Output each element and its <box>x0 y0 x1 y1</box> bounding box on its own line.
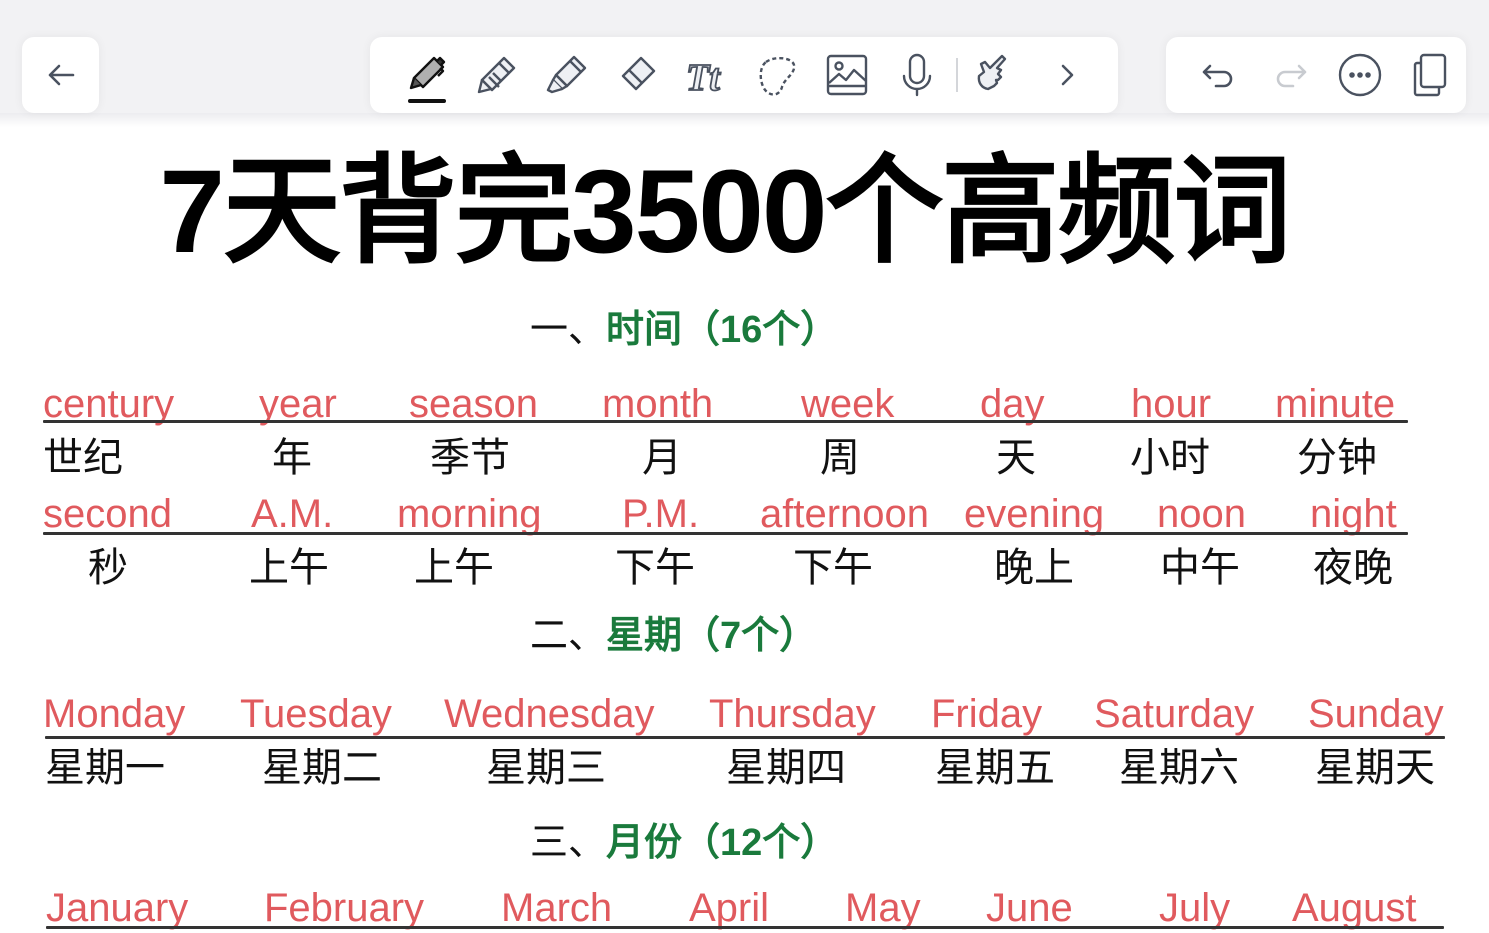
active-tool-indicator <box>408 99 446 103</box>
section-heading-months: 三、月份（12个） <box>530 819 838 867</box>
text-icon: Tt <box>685 56 722 98</box>
tool-eraser[interactable] <box>602 45 672 105</box>
chinese-word: 上午 <box>414 546 494 590</box>
chinese-word: 晚上 <box>994 546 1074 590</box>
section-count: （12个） <box>682 822 839 864</box>
pen-icon <box>409 56 446 90</box>
english-word: Saturday <box>1094 692 1255 736</box>
chinese-word: 周 <box>820 436 860 480</box>
tool-highlighter[interactable] <box>532 45 602 105</box>
highlighter-icon <box>546 55 587 94</box>
section-number: 一、 <box>530 309 607 351</box>
section-name: 月份 <box>606 822 683 864</box>
image-icon <box>826 54 868 96</box>
tool-lasso[interactable] <box>742 45 812 105</box>
pages-button[interactable] <box>1396 45 1467 105</box>
redo-icon <box>1276 64 1307 88</box>
chinese-row: 星期一 星期二 星期三 星期四 星期五 星期六 星期天 <box>0 743 1489 793</box>
tool-pencil[interactable] <box>462 45 532 105</box>
underline-rule <box>45 736 1445 739</box>
english-word: Monday <box>43 692 186 736</box>
chevron-right-icon <box>1061 64 1074 86</box>
undo-icon <box>1202 64 1233 88</box>
chinese-word: 下午 <box>793 546 873 590</box>
chinese-word: 天 <box>996 436 1036 480</box>
back-button[interactable] <box>22 37 99 113</box>
chinese-word: 年 <box>272 436 312 480</box>
section-name: 时间 <box>606 309 683 351</box>
undo-button[interactable] <box>1184 45 1255 105</box>
section-heading-time: 一、时间（16个） <box>530 306 838 354</box>
chinese-word: 月 <box>642 436 682 480</box>
chinese-word: 星期六 <box>1119 746 1239 790</box>
lasso-icon <box>759 57 796 96</box>
chinese-word: 小时 <box>1130 436 1210 480</box>
underline-rule <box>43 420 1408 423</box>
actions-panel <box>1166 37 1466 113</box>
chinese-word: 分钟 <box>1297 436 1377 480</box>
chinese-word: 中午 <box>1160 546 1240 590</box>
english-word: Wednesday <box>444 692 655 736</box>
chinese-word: 秒 <box>88 546 128 590</box>
underline-rule <box>46 926 1444 929</box>
toolbar-shadow <box>0 113 1489 127</box>
section-number: 二、 <box>530 615 607 657</box>
chinese-word: 星期一 <box>45 746 165 790</box>
redo-button[interactable] <box>1255 45 1326 105</box>
english-word: Sunday <box>1308 692 1444 736</box>
chinese-row: 世纪 年 季节 月 周 天 小时 分钟 <box>0 433 1489 483</box>
chinese-row: 秒 上午 上午 下午 下午 晚上 中午 夜晚 <box>0 543 1489 593</box>
chinese-word: 世纪 <box>43 436 123 480</box>
tool-hand-touch[interactable] <box>962 45 1032 105</box>
more-button[interactable] <box>1325 45 1396 105</box>
chinese-word: 星期五 <box>935 746 1055 790</box>
drawing-tools-panel: Tt <box>370 37 1118 113</box>
arrow-left-icon <box>48 64 74 86</box>
toolbar-divider <box>956 58 958 92</box>
pencil-icon <box>477 56 516 94</box>
chinese-word: 上午 <box>249 546 329 590</box>
tool-more-chevron[interactable] <box>1032 45 1102 105</box>
section-name: 星期 <box>606 615 683 657</box>
tool-text[interactable]: Tt <box>672 45 742 105</box>
chinese-word: 星期四 <box>726 746 846 790</box>
english-word: Friday <box>931 692 1043 736</box>
microphone-icon <box>902 53 932 97</box>
copy-pages-icon <box>1413 53 1446 97</box>
tool-microphone[interactable] <box>882 45 952 105</box>
section-count: （7个） <box>682 615 818 657</box>
english-word: Thursday <box>709 692 876 736</box>
ellipsis-circle-icon <box>1339 53 1382 97</box>
hand-pointer-icon <box>977 54 1007 91</box>
chinese-word: 星期二 <box>262 746 382 790</box>
english-word: Tuesday <box>240 692 392 736</box>
underline-rule <box>43 532 1408 535</box>
eraser-icon <box>621 56 656 91</box>
chinese-word: 季节 <box>430 436 510 480</box>
chinese-word: 星期天 <box>1315 746 1435 790</box>
tool-pen[interactable] <box>392 45 462 105</box>
document-title: 7天背完3500个高频词 <box>159 146 1291 278</box>
svg-text:Tt: Tt <box>686 57 721 98</box>
chinese-word: 夜晚 <box>1313 546 1393 590</box>
tool-image[interactable] <box>812 45 882 105</box>
english-row: Monday Tuesday Wednesday Thursday Friday… <box>0 689 1489 739</box>
section-count: （16个） <box>682 309 839 351</box>
chinese-word: 下午 <box>615 546 695 590</box>
section-number: 三、 <box>530 822 607 864</box>
chinese-word: 星期三 <box>486 746 606 790</box>
section-heading-weekdays: 二、星期（7个） <box>530 612 817 660</box>
